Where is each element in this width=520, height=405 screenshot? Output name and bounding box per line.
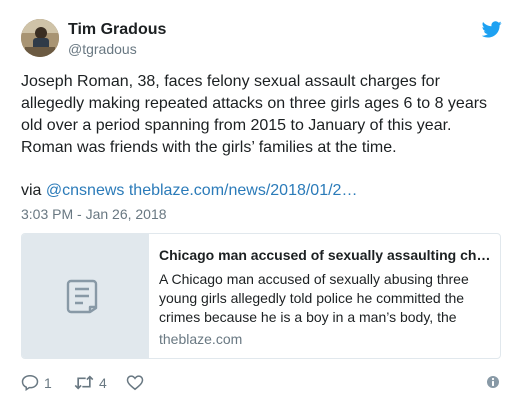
card-domain: theblaze.com — [159, 331, 243, 347]
reply-button[interactable]: 1 — [21, 373, 61, 393]
retweet-count: 4 — [99, 375, 107, 391]
avatar[interactable] — [21, 19, 59, 57]
twitter-bird-icon[interactable] — [481, 21, 502, 38]
author-name[interactable]: Tim Gradous — [68, 21, 166, 39]
tweet-timestamp[interactable]: 3:03 PM - Jan 26, 2018 — [21, 206, 167, 222]
retweet-button[interactable]: 4 — [74, 373, 114, 393]
article-link[interactable]: theblaze.com/news/2018/01/2… — [129, 182, 358, 199]
tweet-via-line: via @cnsnews theblaze.com/news/2018/01/2… — [21, 180, 357, 202]
via-label: via — [21, 182, 42, 199]
heart-icon — [126, 375, 144, 391]
info-icon[interactable] — [486, 375, 500, 389]
link-preview-card[interactable]: Chicago man accused of sexually assaulti… — [21, 233, 501, 359]
like-button[interactable] — [126, 373, 146, 393]
mention-link[interactable]: @cnsnews — [46, 182, 125, 199]
card-title: Chicago man accused of sexually assaulti… — [159, 247, 491, 263]
retweet-icon — [74, 375, 94, 390]
reply-icon — [21, 374, 39, 391]
document-icon — [66, 279, 98, 314]
card-thumbnail — [22, 234, 149, 358]
card-description: A Chicago man accused of sexually abusin… — [159, 271, 469, 325]
reply-count: 1 — [44, 375, 52, 391]
tweet-text: Joseph Roman, 38, faces felony sexual as… — [21, 73, 488, 156]
embedded-tweet: Tim Gradous @tgradous Joseph Roman, 38, … — [0, 0, 520, 405]
author-handle[interactable]: @tgradous — [68, 41, 137, 57]
